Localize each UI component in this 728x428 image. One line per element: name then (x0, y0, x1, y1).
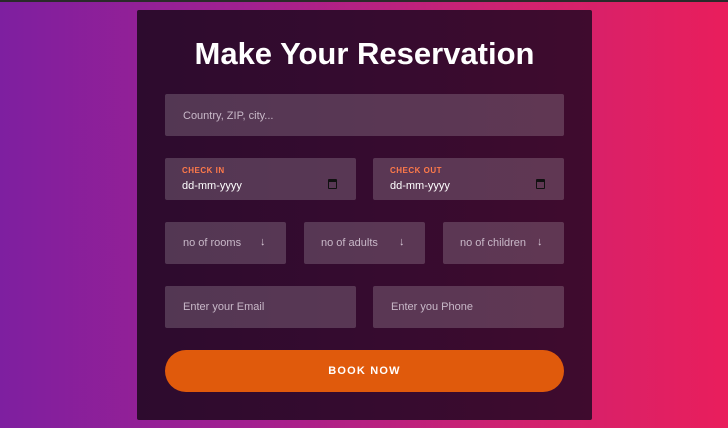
reservation-card: Make Your Reservation Country, ZIP, city… (137, 10, 592, 420)
rooms-select-value: no of rooms (183, 237, 242, 249)
phone-input[interactable]: Enter you Phone (373, 286, 564, 328)
phone-placeholder: Enter you Phone (391, 301, 473, 313)
children-select-value: no of children (460, 237, 527, 249)
check-out-date-input[interactable]: CHECK OUT dd-mm-yyyy (373, 158, 564, 200)
location-placeholder: Country, ZIP, city... (183, 110, 274, 122)
location-input[interactable]: Country, ZIP, city... (165, 94, 564, 136)
email-placeholder: Enter your Email (183, 301, 265, 313)
form-title: Make Your Reservation (194, 36, 535, 71)
rooms-select[interactable]: no of rooms ↓ (165, 222, 286, 264)
arrow-down-icon: ↓ (537, 236, 543, 248)
book-now-button[interactable]: BOOK NOW (165, 350, 564, 392)
calendar-icon[interactable] (328, 179, 337, 189)
email-input[interactable]: Enter your Email (165, 286, 356, 328)
check-in-label: CHECK IN (182, 166, 225, 175)
arrow-down-icon: ↓ (260, 236, 266, 248)
children-select[interactable]: no of children ↓ (443, 222, 564, 264)
check-out-label: CHECK OUT (390, 166, 443, 175)
check-out-value: dd-mm-yyyy (390, 180, 450, 192)
check-in-value: dd-mm-yyyy (182, 180, 242, 192)
adults-select[interactable]: no of adults ↓ (304, 222, 425, 264)
adults-select-value: no of adults (321, 237, 378, 249)
window-top-border (0, 0, 728, 2)
arrow-down-icon: ↓ (399, 236, 405, 248)
check-in-date-input[interactable]: CHECK IN dd-mm-yyyy (165, 158, 356, 200)
calendar-icon[interactable] (536, 179, 545, 189)
